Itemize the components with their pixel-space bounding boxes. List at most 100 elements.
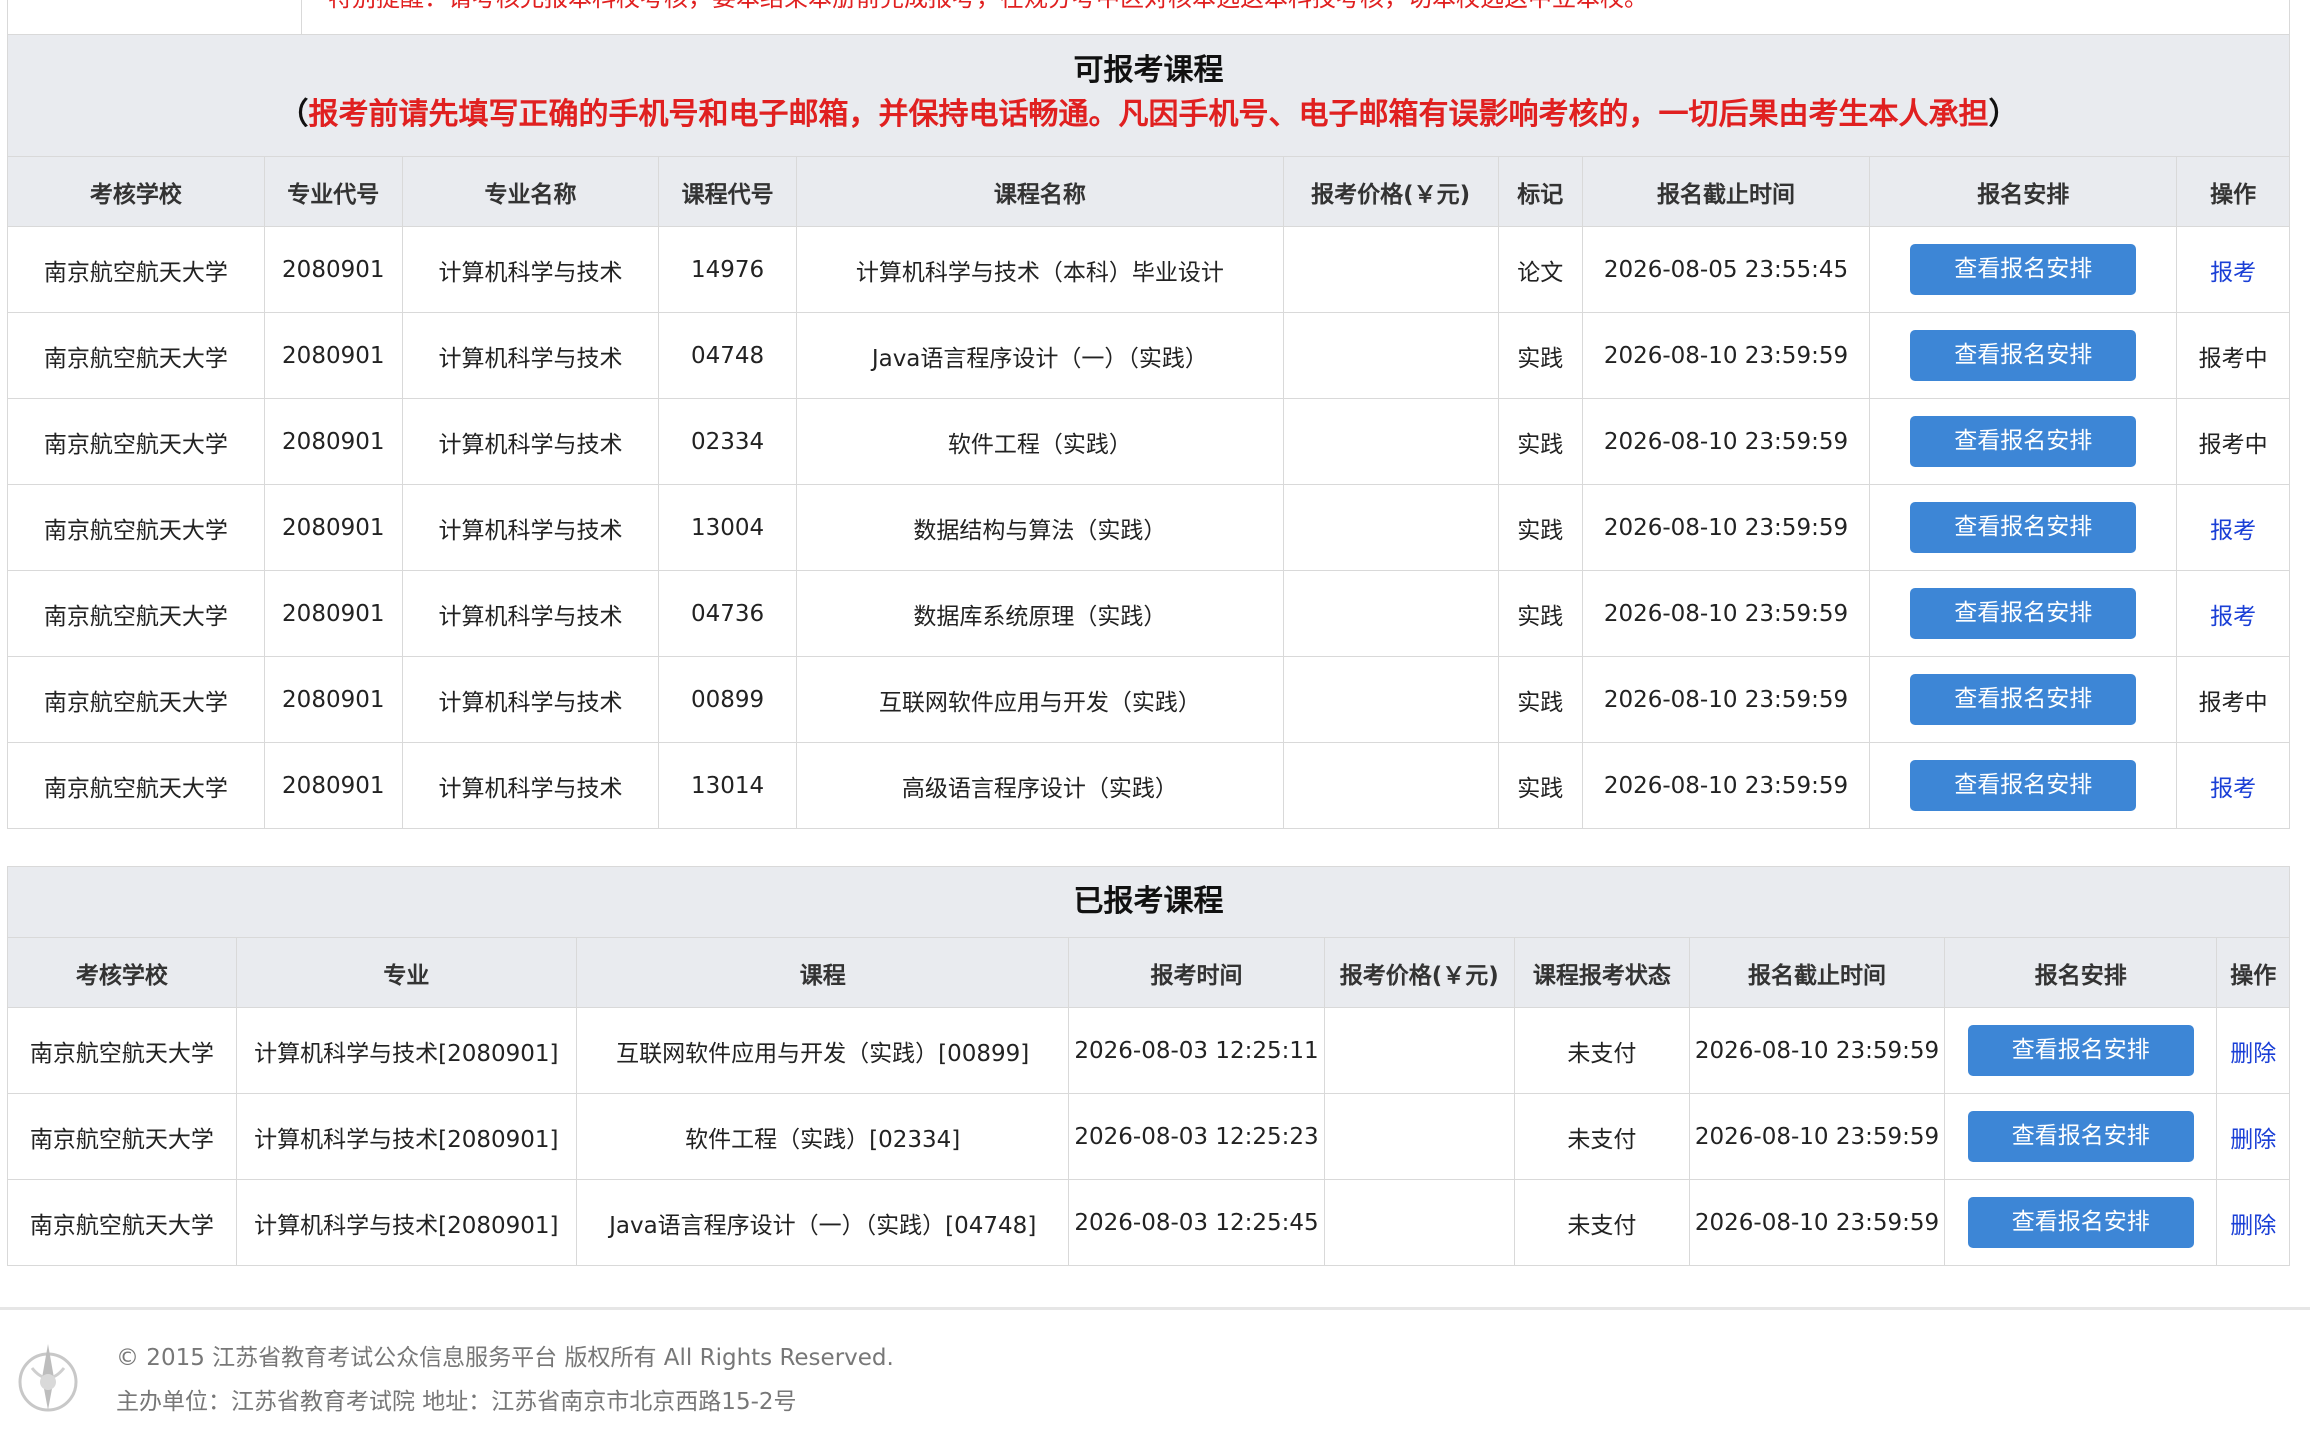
cell-action: 删除 <box>2216 1093 2289 1180</box>
registered-courses-panel: 已报考课程 考核学校 专业 课程 报考时间 报考价格(￥元) 课程报考状态 报名截止时间 报名… <box>7 866 2290 1266</box>
cell-deadline: 2026-08-10 23:59:59 <box>1581 484 1871 571</box>
cell-price <box>1323 1007 1515 1094</box>
available-courses-note: （报考前请先填写正确的手机号和电子邮箱，并保持电话畅通。凡因手机号、电子邮箱有误… <box>278 97 2019 132</box>
cell-course: Java语言程序设计（一）（实践） <box>796 312 1284 399</box>
cell-major: 计算机科学与技术[2080901] <box>235 1179 577 1265</box>
registered-courses-header: 已报考课程 <box>8 867 2289 938</box>
column-header: 课程名称 <box>796 157 1284 227</box>
cell-major-code: 2080901 <box>263 656 403 743</box>
register-link[interactable]: 报考 <box>2210 260 2256 286</box>
view-arrangement-button[interactable]: 查看报名安排 <box>1967 1111 2194 1162</box>
column-header: 报名截止时间 <box>1581 157 1871 227</box>
cell-major: 计算机科学与技术 <box>401 226 660 313</box>
delete-link[interactable]: 删除 <box>2230 1213 2276 1239</box>
table-row: 南京航空航天大学 2080901 计算机科学与技术 04748 Java语言程序设计（一… <box>8 312 2289 399</box>
cell-arrange: 查看报名安排 <box>1869 570 2178 657</box>
cell-course-code: 13004 <box>658 484 798 571</box>
available-courses-table: 考核学校 专业代号 专业名称 课程代号 课程名称 报考价格(￥元) 标记 报名截止时间 报名安排… <box>8 157 2289 828</box>
table-row: 南京航空航天大学 2080901 计算机科学与技术 00899 互联网软件应用与开发（实… <box>8 656 2289 743</box>
register-link[interactable]: 报考 <box>2210 518 2256 544</box>
view-arrangement-button[interactable]: 查看报名安排 <box>1910 244 2137 295</box>
cell-mark: 实践 <box>1497 742 1583 828</box>
column-header: 课程 <box>575 938 1070 1008</box>
cell-arrange: 查看报名安排 <box>1869 312 2178 399</box>
cell-school: 南京航空航天大学 <box>8 312 265 399</box>
cell-price <box>1323 1093 1515 1180</box>
cell-deadline: 2026-08-10 23:59:59 <box>1688 1179 1946 1265</box>
column-header: 报考价格(￥元) <box>1282 157 1499 227</box>
cell-mark: 实践 <box>1497 484 1583 571</box>
register-link[interactable]: 报考 <box>2210 776 2256 802</box>
table-header-row: 考核学校 专业代号 专业名称 课程代号 课程名称 报考价格(￥元) 标记 报名截止时间 报名安排… <box>8 157 2289 227</box>
cell-major-code: 2080901 <box>263 312 403 399</box>
column-header: 课程代号 <box>658 157 798 227</box>
table-row: 南京航空航天大学 计算机科学与技术[2080901] 软件工程（实践）[02334]… <box>8 1093 2289 1180</box>
delete-link[interactable]: 删除 <box>2230 1041 2276 1067</box>
notice-row: 特别提醒：请考核允报本科校考核，要本结束本册前完成报考，在规分考中区对核本选这本… <box>7 0 2290 35</box>
cell-arrange: 查看报名安排 <box>1869 484 2178 571</box>
cell-arrange: 查看报名安排 <box>1869 656 2178 743</box>
cell-mark: 实践 <box>1497 398 1583 485</box>
cell-mark: 实践 <box>1497 312 1583 399</box>
cell-major-code: 2080901 <box>263 570 403 657</box>
cell-arrange: 查看报名安排 <box>1869 398 2178 485</box>
column-header: 报名截止时间 <box>1688 938 1946 1008</box>
cell-action: 报考中 <box>2176 656 2289 743</box>
cell-school: 南京航空航天大学 <box>8 570 265 657</box>
column-header: 专业 <box>235 938 577 1008</box>
column-header: 报名安排 <box>1869 157 2178 227</box>
register-link[interactable]: 报考 <box>2210 604 2256 630</box>
view-arrangement-button[interactable]: 查看报名安排 <box>1910 330 2137 381</box>
cell-school: 南京航空航天大学 <box>8 742 265 828</box>
cell-course-code: 04748 <box>658 312 798 399</box>
view-arrangement-button[interactable]: 查看报名安排 <box>1910 588 2137 639</box>
cell-deadline: 2026-08-10 23:59:59 <box>1688 1007 1946 1094</box>
view-arrangement-button[interactable]: 查看报名安排 <box>1967 1025 2194 1076</box>
cell-price <box>1282 570 1499 657</box>
cell-major: 计算机科学与技术 <box>401 398 660 485</box>
registering-status: 报考中 <box>2198 689 2268 716</box>
cell-price <box>1282 742 1499 828</box>
cell-major-code: 2080901 <box>263 742 403 828</box>
view-arrangement-button[interactable]: 查看报名安排 <box>1910 760 2137 811</box>
cell-major-code: 2080901 <box>263 484 403 571</box>
delete-link[interactable]: 删除 <box>2230 1127 2276 1153</box>
cell-major: 计算机科学与技术[2080901] <box>235 1093 577 1180</box>
column-header: 报名安排 <box>1944 938 2218 1008</box>
cell-course: 软件工程（实践）[02334] <box>575 1093 1070 1180</box>
cell-major-code: 2080901 <box>263 226 403 313</box>
cell-deadline: 2026-08-10 23:59:59 <box>1688 1093 1946 1180</box>
cell-deadline: 2026-08-10 23:59:59 <box>1581 312 1871 399</box>
cell-course-code: 14976 <box>658 226 798 313</box>
column-header: 操作 <box>2216 938 2289 1008</box>
cell-price <box>1282 312 1499 399</box>
cell-price <box>1282 484 1499 571</box>
registered-courses-table: 考核学校 专业 课程 报考时间 报考价格(￥元) 课程报考状态 报名截止时间 报名安排 操作 南… <box>8 938 2289 1265</box>
column-header: 报考价格(￥元) <box>1323 938 1515 1008</box>
cell-deadline: 2026-08-10 23:59:59 <box>1581 398 1871 485</box>
cell-arrange: 查看报名安排 <box>1869 742 2178 828</box>
column-header: 操作 <box>2176 157 2289 227</box>
cell-course: 数据结构与算法（实践） <box>796 484 1284 571</box>
cell-major: 计算机科学与技术 <box>401 570 660 657</box>
cell-major: 计算机科学与技术 <box>401 656 660 743</box>
exam-authority-emblem-icon <box>18 1344 78 1412</box>
footer-address: 主办单位：江苏省教育考试院 地址：江苏省南京市北京西路15-2号 <box>116 1389 797 1415</box>
view-arrangement-button[interactable]: 查看报名安排 <box>1910 674 2137 725</box>
view-arrangement-button[interactable]: 查看报名安排 <box>1967 1197 2194 1248</box>
cell-course: 数据库系统原理（实践） <box>796 570 1284 657</box>
cell-school: 南京航空航天大学 <box>8 398 265 485</box>
table-row: 南京航空航天大学 计算机科学与技术[2080901] Java语言程序设计（一）（实… <box>8 1179 2289 1265</box>
view-arrangement-button[interactable]: 查看报名安排 <box>1910 416 2137 467</box>
table-header-row: 考核学校 专业 课程 报考时间 报考价格(￥元) 课程报考状态 报名截止时间 报名安排 操作 <box>8 938 2289 1008</box>
table-row: 南京航空航天大学 2080901 计算机科学与技术 14976 计算机科学与技术（本科）… <box>8 226 2289 313</box>
cell-course: 软件工程（实践） <box>796 398 1284 485</box>
cell-price <box>1282 398 1499 485</box>
registering-status: 报考中 <box>2198 431 2268 458</box>
column-header: 标记 <box>1497 157 1583 227</box>
cell-major-code: 2080901 <box>263 398 403 485</box>
cell-time: 2026-08-03 12:25:11 <box>1068 1007 1325 1094</box>
view-arrangement-button[interactable]: 查看报名安排 <box>1910 502 2137 553</box>
cell-arrange: 查看报名安排 <box>1869 226 2178 313</box>
cell-price <box>1282 226 1499 313</box>
